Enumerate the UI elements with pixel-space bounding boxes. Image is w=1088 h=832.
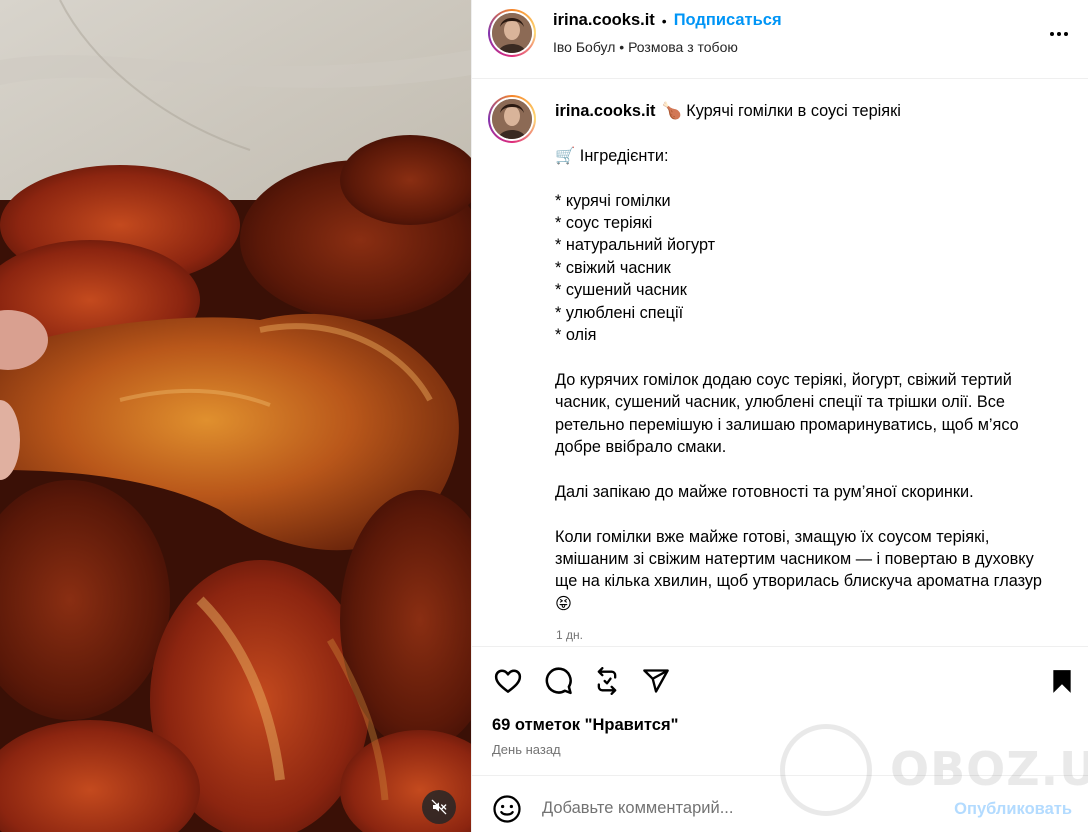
post-header: irina.cooks.it • Подписаться Іво Бобул •…: [472, 0, 1088, 79]
muted-speaker-icon: [431, 799, 447, 815]
separator-dot: •: [661, 12, 667, 29]
avatar-photo: [492, 13, 532, 53]
ingredient-item: * улюблені спеції: [555, 303, 684, 322]
ingredients-heading: 🛒 Інгредієнти:: [555, 146, 669, 165]
more-dot-icon: [1050, 32, 1054, 36]
save-button[interactable]: [1046, 665, 1078, 697]
caption-avatar[interactable]: [488, 95, 536, 143]
ingredient-item: * натуральний йогурт: [555, 236, 716, 255]
ingredient-item: * сушений часник: [555, 281, 687, 300]
caption-text: irina.cooks.it 🍗 Курячі гомілки в соусі т…: [555, 100, 1055, 615]
like-button[interactable]: [492, 665, 524, 697]
mute-button[interactable]: [422, 790, 456, 824]
audio-subtitle[interactable]: Іво Бобул • Розмова з тобою: [553, 39, 738, 55]
ingredient-item: * курячі гомілки: [555, 191, 671, 210]
share-icon: [643, 669, 669, 693]
post-media[interactable]: [0, 0, 471, 832]
caption-area: irina.cooks.it 🍗 Курячі гомілки в соусі т…: [472, 80, 1088, 646]
food-photo: [0, 0, 471, 832]
bookmark-icon: [1053, 670, 1071, 693]
share-button[interactable]: [640, 665, 672, 697]
caption-paragraph: Коли гомілки вже майже готові, змащую їх…: [555, 527, 1042, 613]
author-username[interactable]: irina.cooks.it: [553, 11, 655, 30]
ingredients-list: * курячі гомілки * соус теріякі * натура…: [555, 190, 1055, 347]
action-bar: [472, 646, 1088, 712]
comment-bar: Опубликовать: [472, 775, 1088, 832]
follow-button[interactable]: Подписаться: [674, 11, 782, 30]
caption-paragraph: До курячих гомілок додаю соус теріякі, й…: [555, 370, 1019, 457]
caption-paragraph: Далі запікаю до майже готовності та рум’…: [555, 482, 974, 501]
caption-title: 🍗 Курячі гомілки в соусі теріякі: [661, 102, 901, 120]
comment-button[interactable]: [542, 665, 574, 697]
repost-button[interactable]: [591, 665, 623, 697]
caption-username[interactable]: irina.cooks.it: [555, 102, 655, 120]
heart-icon: [494, 669, 522, 693]
avatar-photo: [492, 99, 532, 139]
ingredient-item: * соус теріякі: [555, 214, 653, 232]
author-avatar[interactable]: [488, 9, 536, 57]
likes-count[interactable]: 69 отметок "Нравится": [492, 716, 678, 735]
publish-button[interactable]: Опубликовать: [954, 800, 1072, 819]
emoji-icon: [493, 795, 521, 823]
post-panel: irina.cooks.it • Подписаться Іво Бобул •…: [471, 0, 1088, 832]
more-dot-icon: [1057, 32, 1061, 36]
comment-input[interactable]: [542, 793, 942, 823]
more-options-button[interactable]: [1045, 22, 1073, 46]
more-dot-icon: [1064, 32, 1068, 36]
comment-icon: [545, 667, 572, 695]
ingredient-item: * свіжий часник: [555, 258, 671, 277]
caption-timestamp[interactable]: 1 дн.: [556, 628, 583, 642]
posted-ago: День назад: [492, 742, 561, 757]
repost-icon: [597, 667, 617, 695]
emoji-button[interactable]: [492, 794, 522, 824]
ingredient-item: * олія: [555, 326, 597, 345]
